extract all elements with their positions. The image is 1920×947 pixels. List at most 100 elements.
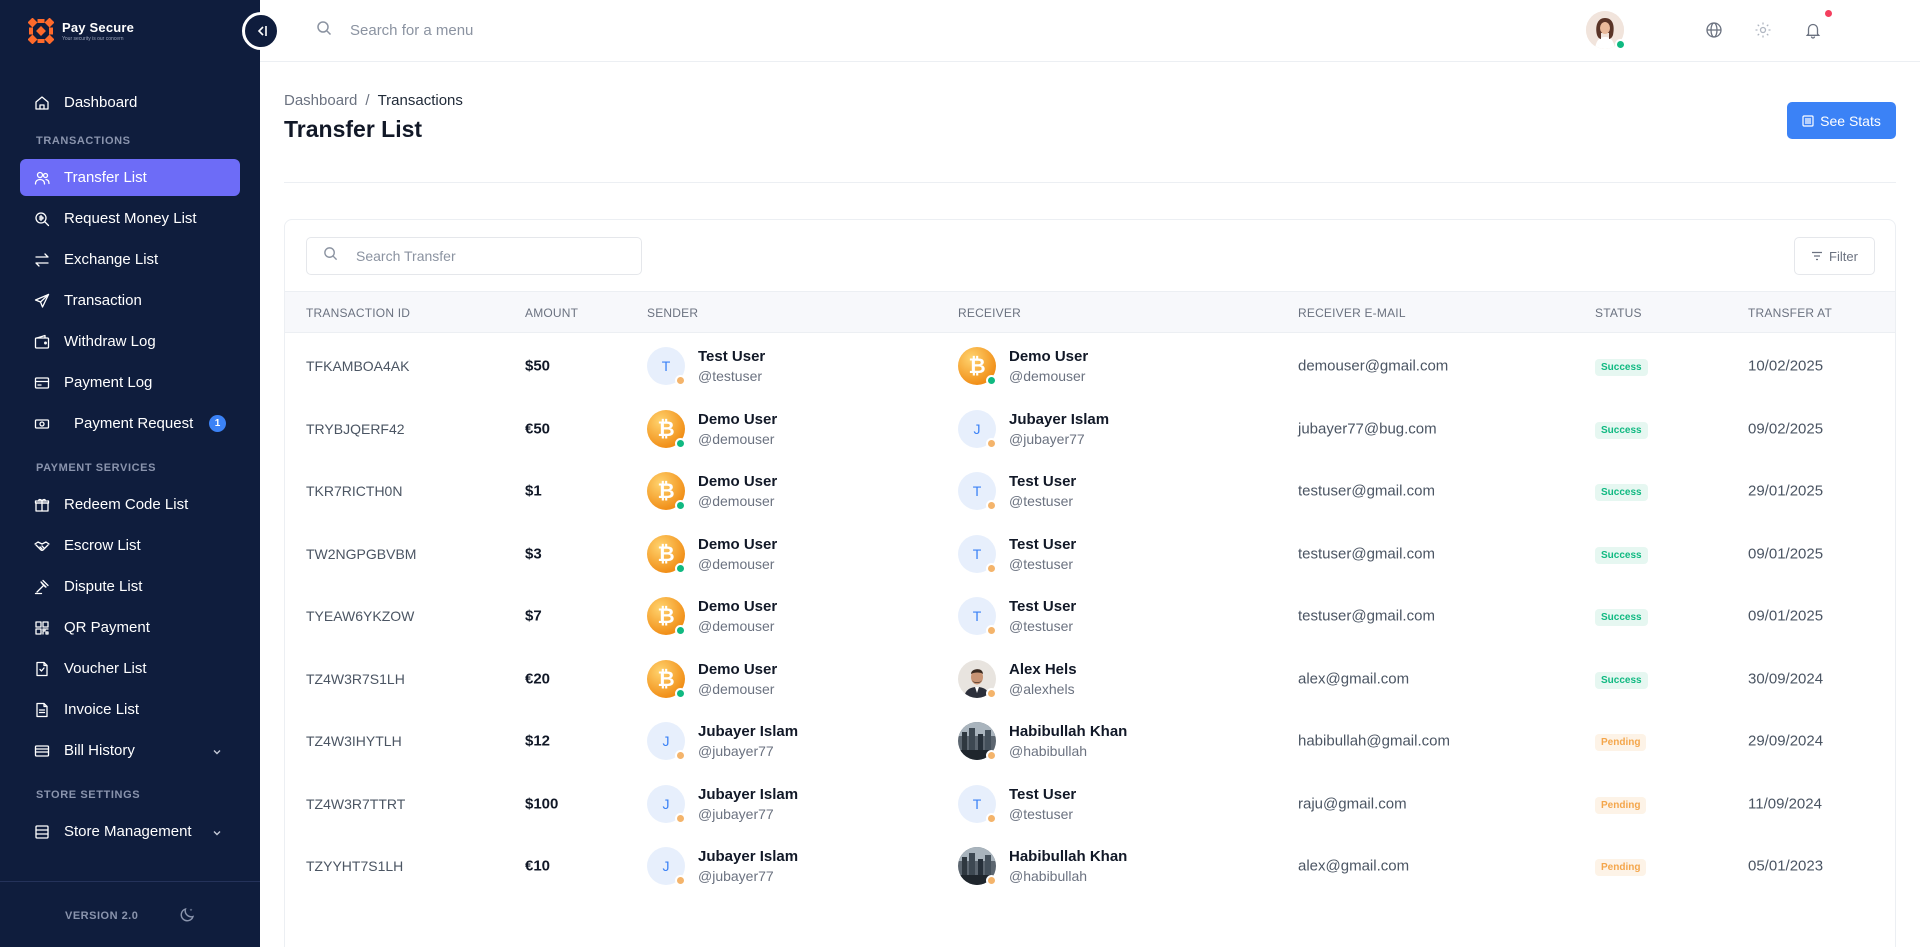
- sidebar-item-store-management[interactable]: Store Management: [20, 813, 240, 850]
- sidebar-item-label: QR Payment: [64, 619, 150, 636]
- col-sender[interactable]: SENDER: [647, 306, 698, 320]
- receiver-cell[interactable]: ₿ Demo User @demouser: [958, 347, 1088, 387]
- table-row[interactable]: TZ4W3R7S1LH €20 ₿ Demo User @demouser Alex He…: [285, 648, 1895, 711]
- transfer-search[interactable]: [306, 237, 642, 275]
- settings-gear-icon[interactable]: [1754, 21, 1772, 44]
- sidebar-item-redeem-code-list[interactable]: Redeem Code List: [20, 486, 240, 523]
- menu-search[interactable]: [316, 20, 650, 41]
- sender-cell[interactable]: J Jubayer Islam @jubayer77: [647, 847, 798, 887]
- col-receiver-email[interactable]: RECEIVER E-MAIL: [1298, 306, 1406, 320]
- sidebar-item-dispute-list[interactable]: Dispute List: [20, 568, 240, 605]
- sender-cell[interactable]: J Jubayer Islam @jubayer77: [647, 784, 798, 824]
- table-row[interactable]: TYEAW6YKZOW $7 ₿ Demo User @demouser T Test Us…: [285, 585, 1895, 648]
- user-avatar: J: [647, 847, 686, 887]
- sidebar-item-label: Withdraw Log: [64, 333, 156, 350]
- table-row[interactable]: TZYYHT7S1LH €10 J Jubayer Islam @jubayer77 Ha…: [285, 835, 1895, 898]
- gift-icon: [34, 497, 50, 513]
- sender-cell[interactable]: ₿ Demo User @demouser: [647, 534, 778, 574]
- table-row[interactable]: TZ4W3IHYTLH $12 J Jubayer Islam @jubayer77 Ha…: [285, 710, 1895, 773]
- language-globe-icon[interactable]: [1705, 21, 1723, 44]
- receiver-cell[interactable]: T Test User @testuser: [958, 534, 1077, 574]
- sidebar-item-label: Transaction: [64, 292, 142, 309]
- sidebar-item-label: Redeem Code List: [64, 496, 189, 513]
- receiver-name: Test User: [1009, 473, 1077, 491]
- user-avatar: ₿: [647, 659, 686, 699]
- user-avatar: ₿: [647, 472, 686, 512]
- status-label: Success: [1595, 484, 1648, 502]
- sender-cell[interactable]: ₿ Demo User @demouser: [647, 659, 778, 699]
- status-dot: [986, 875, 997, 887]
- logo[interactable]: Pay Secure Your security is our concern: [27, 17, 134, 45]
- sidebar-item-qr-payment[interactable]: QR Payment: [20, 609, 240, 646]
- receiver-cell[interactable]: T Test User @testuser: [958, 472, 1077, 512]
- status-dot: [986, 500, 997, 512]
- sidebar-item-exchange-list[interactable]: Exchange List: [20, 241, 240, 278]
- sender-cell[interactable]: ₿ Demo User @demouser: [647, 409, 777, 449]
- sidebar-item-payment-log[interactable]: Payment Log: [20, 364, 240, 401]
- sidebar-item-request-money-list[interactable]: Request Money List: [20, 200, 240, 237]
- sender-cell[interactable]: ₿ Demo User @demouser: [647, 597, 777, 637]
- user-avatar: T: [958, 784, 997, 824]
- notification-bell-icon[interactable]: [1804, 21, 1822, 44]
- sender-cell[interactable]: ₿ Demo User @demouser: [647, 472, 777, 512]
- status-label: Success: [1595, 609, 1648, 627]
- breadcrumb-dashboard[interactable]: Dashboard: [284, 92, 357, 109]
- collapse-sidebar-button[interactable]: [242, 12, 280, 50]
- logo-icon: [27, 17, 55, 45]
- col-status[interactable]: STATUS: [1595, 306, 1642, 320]
- table-row[interactable]: TKR7RICTH0N $1 ₿ Demo User @demouser T Test Us…: [285, 460, 1895, 523]
- table-row[interactable]: TFKAMBOA4AK $50 T Test User @testuser ₿ Demo U…: [285, 335, 1895, 398]
- receiver-cell[interactable]: Habibullah Khan @habibullah: [958, 847, 1127, 887]
- sidebar-section-payment-services: PAYMENT SERVICES: [36, 462, 157, 474]
- menu-search-input[interactable]: [350, 22, 650, 39]
- receiver-cell[interactable]: T Test User @testuser: [958, 784, 1077, 824]
- transfer-search-input[interactable]: [356, 248, 616, 264]
- filter-icon: [1812, 251, 1823, 261]
- sidebar-item-invoice-list[interactable]: Invoice List: [20, 691, 240, 728]
- col-transaction-id[interactable]: TRANSACTION ID: [306, 306, 410, 320]
- dark-mode-toggle-icon[interactable]: [180, 906, 196, 927]
- online-status-dot: [1615, 39, 1626, 50]
- sender-cell[interactable]: T Test User @testuser: [647, 347, 765, 387]
- table-header: TRANSACTION ID AMOUNT SENDER RECEIVER RE…: [285, 291, 1895, 333]
- receiver-name: Test User: [1009, 598, 1077, 616]
- sidebar-item-voucher-list[interactable]: Voucher List: [20, 650, 240, 687]
- receiver-cell[interactable]: T Test User @testuser: [958, 597, 1077, 637]
- avatar-initial: T: [972, 545, 982, 562]
- collapse-arrow-icon: [257, 26, 267, 36]
- sidebar-item-withdraw-log[interactable]: Withdraw Log: [20, 323, 240, 360]
- sender-name: Demo User: [698, 535, 778, 553]
- sidebar-item-payment-request[interactable]: Payment Request 1: [20, 405, 240, 442]
- table-row[interactable]: TRYBJQERF42 €50 ₿ Demo User @demouser J Jubaye…: [285, 398, 1895, 461]
- sender-handle: @jubayer77: [698, 743, 774, 760]
- sidebar-item-dashboard[interactable]: Dashboard: [20, 84, 240, 121]
- col-transfer-at[interactable]: TRANSFER AT: [1748, 306, 1832, 320]
- sender-handle: @demouser: [698, 493, 775, 510]
- receiver-cell[interactable]: Alex Hels @alexhels: [958, 659, 1077, 699]
- sender-name: Demo User: [698, 660, 778, 678]
- col-amount[interactable]: AMOUNT: [525, 306, 578, 320]
- receiver-name: Test User: [1009, 785, 1077, 803]
- receiver-handle: @demouser: [1009, 368, 1086, 385]
- sidebar-item-transfer-list[interactable]: Transfer List: [20, 159, 240, 196]
- sidebar-item-transaction[interactable]: Transaction: [20, 282, 240, 319]
- user-avatar: ₿: [647, 597, 686, 637]
- filter-button[interactable]: Filter: [1794, 237, 1875, 275]
- col-receiver[interactable]: RECEIVER: [958, 306, 1021, 320]
- chevron-down-icon[interactable]: [212, 744, 222, 761]
- chevron-down-icon[interactable]: [212, 825, 222, 842]
- sender-cell[interactable]: J Jubayer Islam @jubayer77: [647, 722, 798, 762]
- receiver-email: demouser@gmail.com: [1298, 357, 1449, 375]
- transfer-date: 30/09/2024: [1748, 670, 1824, 688]
- see-stats-button[interactable]: See Stats: [1787, 102, 1896, 139]
- sidebar-item-bill-history[interactable]: Bill History: [20, 732, 240, 769]
- receiver-cell[interactable]: Habibullah Khan @habibullah: [958, 722, 1127, 762]
- sidebar-item-escrow-list[interactable]: Escrow List: [20, 527, 240, 564]
- table-row[interactable]: TZ4W3R7TTRT $100 J Jubayer Islam @jubayer77 T…: [285, 773, 1895, 836]
- receiver-email: testuser@gmail.com: [1298, 545, 1435, 563]
- transaction-id: TW2NGPGBVBM: [306, 545, 417, 562]
- receiver-name: Test User: [1009, 535, 1077, 553]
- table-row[interactable]: TW2NGPGBVBM $3 ₿ Demo User @demouser T Test Us…: [285, 523, 1895, 586]
- receiver-cell[interactable]: J Jubayer Islam @jubayer77: [958, 409, 1109, 449]
- sidebar-item-label: Payment Log: [64, 374, 153, 391]
